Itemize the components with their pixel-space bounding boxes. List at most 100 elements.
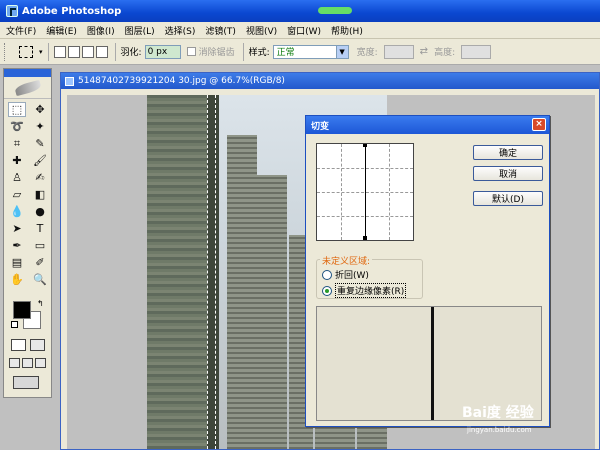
menu-select[interactable]: 选择(S)	[165, 24, 196, 37]
close-icon[interactable]: ×	[532, 118, 546, 131]
magic-wand-icon[interactable]: ✦	[31, 119, 49, 134]
style-select[interactable]: 正常 ▼	[272, 44, 349, 59]
subtract-selection-icon[interactable]	[81, 45, 94, 58]
intersect-selection-icon[interactable]	[95, 45, 108, 58]
feather-input[interactable]: 0 px	[144, 44, 181, 59]
notes-tool-icon[interactable]: ▤	[8, 255, 26, 270]
menu-image[interactable]: 图像(I)	[87, 24, 115, 37]
healing-brush-icon[interactable]: ✚	[8, 153, 26, 168]
default-colors-icon[interactable]	[11, 321, 18, 328]
eyedropper-tool-icon[interactable]: ✐	[31, 255, 49, 270]
style-label: 样式:	[248, 48, 270, 58]
preview-line	[431, 307, 434, 420]
standard-mode-icon[interactable]	[11, 339, 26, 351]
shear-dialog: 切变 × 确定 取消 默认(D) 未定义区域: 折回(W) 重复边缘像素(R)	[305, 115, 550, 427]
swap-icon[interactable]: ⇄	[420, 46, 428, 57]
add-selection-icon[interactable]	[67, 45, 80, 58]
wrap-label: 折回(W)	[335, 271, 369, 281]
wrap-radio[interactable]	[322, 269, 332, 280]
dialog-title: 切变	[311, 121, 330, 132]
repeat-edge-label: 重复边缘像素(R)	[335, 283, 407, 298]
move-tool-icon[interactable]: ✥	[31, 102, 49, 117]
watermark-url: jingyan.baidu.com	[467, 426, 532, 434]
style-value: 正常	[276, 48, 295, 58]
dodge-tool-icon[interactable]: ●	[31, 204, 49, 219]
separator	[47, 42, 49, 61]
height-label: 高度:	[434, 48, 456, 58]
menu-filter[interactable]: 滤镜(T)	[205, 24, 236, 37]
width-label: 宽度:	[356, 48, 378, 58]
watermark-logo: Bai度 经验	[462, 405, 534, 421]
wrap-option[interactable]: 折回(W)	[322, 268, 369, 281]
chevron-down-icon[interactable]: ▼	[335, 45, 348, 58]
photo-building	[257, 175, 287, 449]
type-tool-icon[interactable]: T	[31, 221, 49, 236]
options-grip[interactable]	[4, 42, 7, 61]
curve-top-handle[interactable]	[363, 144, 367, 147]
menu-window[interactable]: 窗口(W)	[287, 24, 321, 37]
zoom-tool-icon[interactable]: 🔍	[31, 272, 49, 287]
foreground-color-swatch[interactable]	[13, 301, 31, 319]
slice-tool-icon[interactable]: ✎	[31, 136, 49, 151]
app-titlebar: Adobe Photoshop	[0, 0, 600, 22]
menu-layer[interactable]: 图层(L)	[125, 24, 155, 37]
cancel-button[interactable]: 取消	[473, 166, 543, 181]
menu-file[interactable]: 文件(F)	[6, 24, 36, 37]
toolbox-header[interactable]	[4, 69, 51, 77]
menu-view[interactable]: 视图(V)	[246, 24, 277, 37]
new-selection-icon[interactable]	[53, 45, 66, 58]
hand-tool-icon[interactable]: ✋	[8, 272, 26, 287]
height-input[interactable]	[461, 44, 492, 59]
toolbox: ⬚ ✥ ➰ ✦ ⌗ ✎ ✚ 🖌 ♙ ✍ ▱ ◧ 💧 ● ➤ T ✒ ▭ ▤ ✐ …	[3, 68, 52, 398]
titlebar-indicator	[318, 7, 352, 14]
photo-water-strip	[147, 95, 207, 449]
gradient-tool-icon[interactable]: ◧	[31, 187, 49, 202]
crop-tool-icon[interactable]: ⌗	[8, 136, 26, 151]
photo-road	[207, 95, 219, 449]
dialog-titlebar[interactable]: 切变 ×	[306, 116, 549, 134]
preset-dropdown-icon[interactable]: ▾	[39, 48, 43, 56]
separator	[114, 42, 116, 61]
eraser-tool-icon[interactable]: ▱	[8, 187, 26, 202]
quickmask-mode-icon[interactable]	[30, 339, 45, 351]
options-bar: ▾ 羽化: 0 px 消除锯齿 样式: 正常 ▼ 宽度: ⇄ 高度:	[0, 39, 600, 65]
history-brush-icon[interactable]: ✍	[31, 170, 49, 185]
pen-tool-icon[interactable]: ✒	[8, 238, 26, 253]
separator	[242, 42, 244, 61]
swap-colors-icon[interactable]: ↰	[37, 299, 44, 308]
lasso-tool-icon[interactable]: ➰	[8, 119, 26, 134]
feather-icon	[13, 79, 42, 96]
antialias-label: 消除锯齿	[198, 48, 235, 58]
toolbox-logo[interactable]	[4, 77, 51, 99]
brush-tool-icon[interactable]: 🖌	[31, 153, 49, 168]
screen-mode-full-icon[interactable]	[35, 358, 46, 368]
shear-curve-line[interactable]	[365, 144, 366, 240]
photoshop-icon	[6, 5, 18, 17]
marquee-preset-icon[interactable]	[19, 45, 33, 58]
width-input[interactable]	[383, 44, 414, 59]
blur-tool-icon[interactable]: 💧	[8, 204, 26, 219]
feather-label: 羽化:	[120, 48, 142, 58]
clone-stamp-icon[interactable]: ♙	[8, 170, 26, 185]
repeat-edge-radio[interactable]	[322, 285, 332, 296]
default-button[interactable]: 默认(D)	[473, 191, 543, 206]
screen-mode-standard-icon[interactable]	[9, 358, 20, 368]
path-select-icon[interactable]: ➤	[8, 221, 26, 236]
document-titlebar[interactable]: 51487402739921204 30.jpg @ 66.7%(RGB/8)	[61, 73, 599, 89]
screen-mode-menubar-icon[interactable]	[22, 358, 33, 368]
ok-button[interactable]: 确定	[473, 145, 543, 160]
jump-to-imageready-icon[interactable]	[13, 376, 39, 389]
antialias-checkbox[interactable]	[186, 47, 196, 56]
menu-edit[interactable]: 编辑(E)	[46, 24, 77, 37]
menu-help[interactable]: 帮助(H)	[331, 24, 363, 37]
marquee-tool-icon[interactable]: ⬚	[8, 102, 26, 117]
undefined-area-label: 未定义区域:	[320, 254, 373, 267]
repeat-edge-option[interactable]: 重复边缘像素(R)	[322, 283, 407, 298]
shear-curve-grid[interactable]	[316, 143, 414, 241]
document-icon	[65, 76, 74, 86]
selection-marquee-left	[207, 95, 208, 449]
document-title: 51487402739921204 30.jpg @ 66.7%(RGB/8)	[78, 76, 285, 86]
curve-bottom-handle[interactable]	[363, 236, 367, 240]
shape-tool-icon[interactable]: ▭	[31, 238, 49, 253]
selection-marquee-right	[215, 95, 216, 449]
